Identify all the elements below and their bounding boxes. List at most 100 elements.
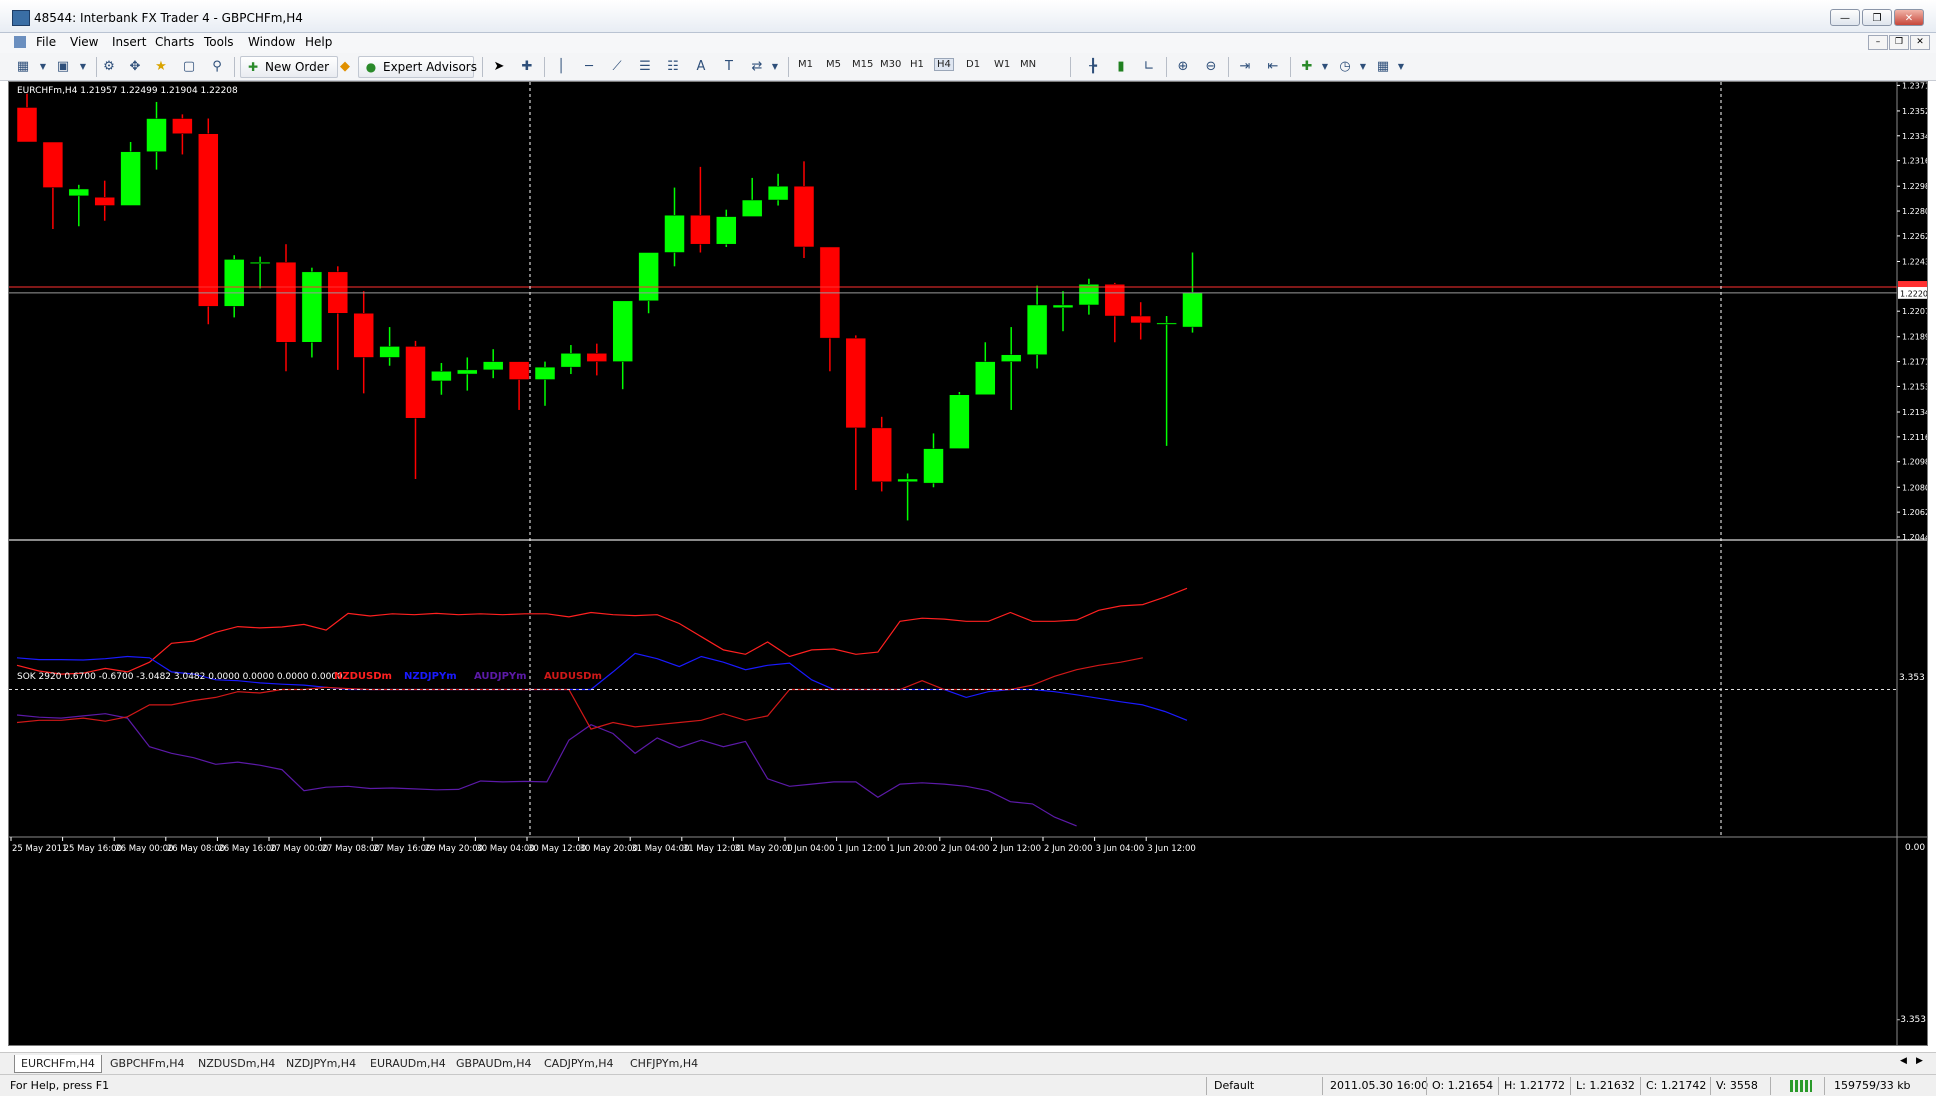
candle-body	[612, 300, 633, 362]
candle-body	[1000, 354, 1022, 362]
candle-body	[457, 369, 478, 375]
chart-shift-icon[interactable]: ⇤	[1264, 58, 1282, 76]
expert-advisors-button[interactable]: ● Expert Advisors	[358, 56, 477, 78]
market-watch-icon[interactable]: ⚙	[100, 58, 118, 76]
zoom-in-icon[interactable]: ⊕	[1174, 58, 1192, 76]
tab-gbpaudm-h4[interactable]: GBPAUDm,H4	[456, 1055, 532, 1073]
tab-nzdjpym-h4[interactable]: NZDJPYm,H4	[286, 1055, 356, 1073]
new-chart-icon[interactable]: ▦	[14, 58, 32, 76]
minimize-button[interactable]: —	[1830, 9, 1860, 26]
auto-scroll-icon[interactable]: ⇥	[1236, 58, 1254, 76]
current-price-label: 1.22208	[1900, 289, 1927, 298]
dropdown-arrow-icon[interactable]: ▼	[1354, 58, 1372, 76]
legend-nzdjpym: NZDJPYm	[404, 671, 457, 682]
timeframe-w1[interactable]: W1	[994, 59, 1010, 70]
line-chart-icon[interactable]: ∟	[1140, 58, 1158, 76]
timeframe-m15[interactable]: M15	[852, 59, 873, 70]
tab-gbpchfm-h4[interactable]: GBPCHFm,H4	[110, 1055, 184, 1073]
crosshair-icon[interactable]: ✚	[518, 58, 536, 76]
horizontal-line-icon[interactable]: ─	[580, 58, 598, 76]
tab-nzdusdm-h4[interactable]: NZDUSDm,H4	[198, 1055, 275, 1073]
ask-price-box	[1898, 281, 1927, 288]
indicator-line-nzdjpym	[16, 652, 1188, 721]
indicator-top-label: 3.353	[1899, 673, 1925, 683]
candle-body	[146, 118, 167, 152]
toolbar: ▦ ▼ ▣ ▼ ⚙ ✥ ★ ▢ ⚲ ✚ New Order ◆ ● Expert…	[0, 53, 1936, 81]
time-label: 1 Jun 12:00	[838, 844, 887, 854]
time-label: 31 May 12:00	[683, 844, 741, 854]
timeframe-m5[interactable]: M5	[826, 59, 841, 70]
cursor-icon[interactable]: ➤	[490, 58, 508, 76]
menu-help[interactable]: Help	[305, 35, 332, 49]
timeframe-m30[interactable]: M30	[880, 59, 901, 70]
tab-chfjpym-h4[interactable]: CHFJPYm,H4	[630, 1055, 698, 1073]
metaeditor-icon[interactable]: ◆	[336, 58, 354, 76]
tab-euraudm-h4[interactable]: EURAUDm,H4	[370, 1055, 446, 1073]
connection-status-icon	[1790, 1080, 1812, 1092]
restore-button[interactable]: ❐	[1862, 9, 1892, 26]
expert-advisors-label: Expert Advisors	[383, 60, 477, 74]
bar-chart-icon[interactable]: ╊	[1084, 58, 1102, 76]
templates-icon[interactable]: ▦	[1374, 58, 1392, 76]
menu-tools[interactable]: Tools	[204, 35, 234, 49]
tab-scroll-right-icon[interactable]: ▶	[1916, 1056, 1923, 1066]
tab-eurchfm-h4[interactable]: EURCHFm,H4	[14, 1055, 102, 1073]
text-icon[interactable]: A	[692, 58, 710, 76]
strategy-tester-icon[interactable]: ⚲	[208, 58, 226, 76]
close-button[interactable]: ✕	[1894, 9, 1924, 26]
time-label: 26 May 00:00	[115, 844, 173, 854]
dropdown-arrow-icon[interactable]: ▼	[74, 58, 92, 76]
fibonacci-icon[interactable]: ☷	[664, 58, 682, 76]
indicators-icon[interactable]: ✚	[1298, 58, 1316, 76]
candle-body	[172, 118, 193, 134]
dropdown-arrow-icon[interactable]: ▼	[766, 58, 784, 76]
candlestick-icon[interactable]: ▮	[1112, 58, 1130, 76]
terminal-icon[interactable]: ▢	[180, 58, 198, 76]
chart-close-button[interactable]: ✕	[1910, 35, 1930, 50]
navigator-icon[interactable]: ★	[152, 58, 170, 76]
time-label: 30 May 04:00	[476, 844, 534, 854]
chart-restore-button[interactable]: ❐	[1889, 35, 1909, 50]
zoom-out-icon[interactable]: ⊖	[1202, 58, 1220, 76]
chart-canvas[interactable]: 1.22208 EURCHFm,H4 1.21957 1.22499 1.219…	[9, 82, 1927, 1045]
tab-cadjpym-h4[interactable]: CADJPYm,H4	[544, 1055, 614, 1073]
timeframe-d1[interactable]: D1	[966, 59, 980, 70]
profiles-icon[interactable]: ▣	[54, 58, 72, 76]
channel-icon[interactable]: ☰	[636, 58, 654, 76]
price-label: 1.23525	[1902, 107, 1927, 116]
candle-body	[482, 361, 504, 371]
title-bar: 48544: Interbank FX Trader 4 - GBPCHFm,H…	[0, 0, 1936, 33]
timeframe-h4[interactable]: H4	[934, 58, 954, 71]
menu-insert[interactable]: Insert	[112, 35, 146, 49]
tab-scroll-left-icon[interactable]: ◀	[1900, 1056, 1907, 1066]
price-label: 1.21530	[1902, 382, 1927, 391]
dropdown-arrow-icon[interactable]: ▼	[1392, 58, 1410, 76]
timeframe-h1[interactable]: H1	[910, 59, 924, 70]
candle-body	[560, 353, 582, 368]
timeframe-m1[interactable]: M1	[798, 59, 813, 70]
menu-charts[interactable]: Charts	[155, 35, 194, 49]
price-label: 1.23165	[1902, 157, 1927, 166]
chart-window[interactable]: 1.22208 EURCHFm,H4 1.21957 1.22499 1.219…	[8, 81, 1928, 1046]
text-label-icon[interactable]: T	[720, 58, 738, 76]
menu-view[interactable]: View	[70, 35, 98, 49]
price-label: 1.22435	[1902, 257, 1927, 266]
main-chart-info: EURCHFm,H4 1.21957 1.22499 1.21904 1.222…	[17, 86, 238, 96]
data-window-icon[interactable]: ✥	[126, 58, 144, 76]
menu-window[interactable]: Window	[248, 35, 295, 49]
chart-minimize-button[interactable]: –	[1868, 35, 1888, 50]
price-label: 1.21890	[1902, 333, 1927, 342]
candle-body	[741, 199, 763, 217]
dropdown-arrow-icon[interactable]: ▼	[1316, 58, 1334, 76]
dropdown-arrow-icon[interactable]: ▼	[34, 58, 52, 76]
menu-file[interactable]: File	[36, 35, 56, 49]
timeframe-mn[interactable]: MN	[1020, 59, 1036, 70]
new-order-button[interactable]: ✚ New Order	[240, 56, 338, 78]
arrows-icon[interactable]: ⇄	[748, 58, 766, 76]
trendline-icon[interactable]: ⟋	[608, 58, 626, 76]
vertical-line-icon[interactable]: │	[552, 58, 570, 76]
new-order-icon: ✚	[247, 60, 259, 74]
periods-icon[interactable]: ◷	[1336, 58, 1354, 76]
candle-body	[664, 214, 685, 253]
indicator-bottom-label: -3.353	[1897, 1015, 1926, 1025]
